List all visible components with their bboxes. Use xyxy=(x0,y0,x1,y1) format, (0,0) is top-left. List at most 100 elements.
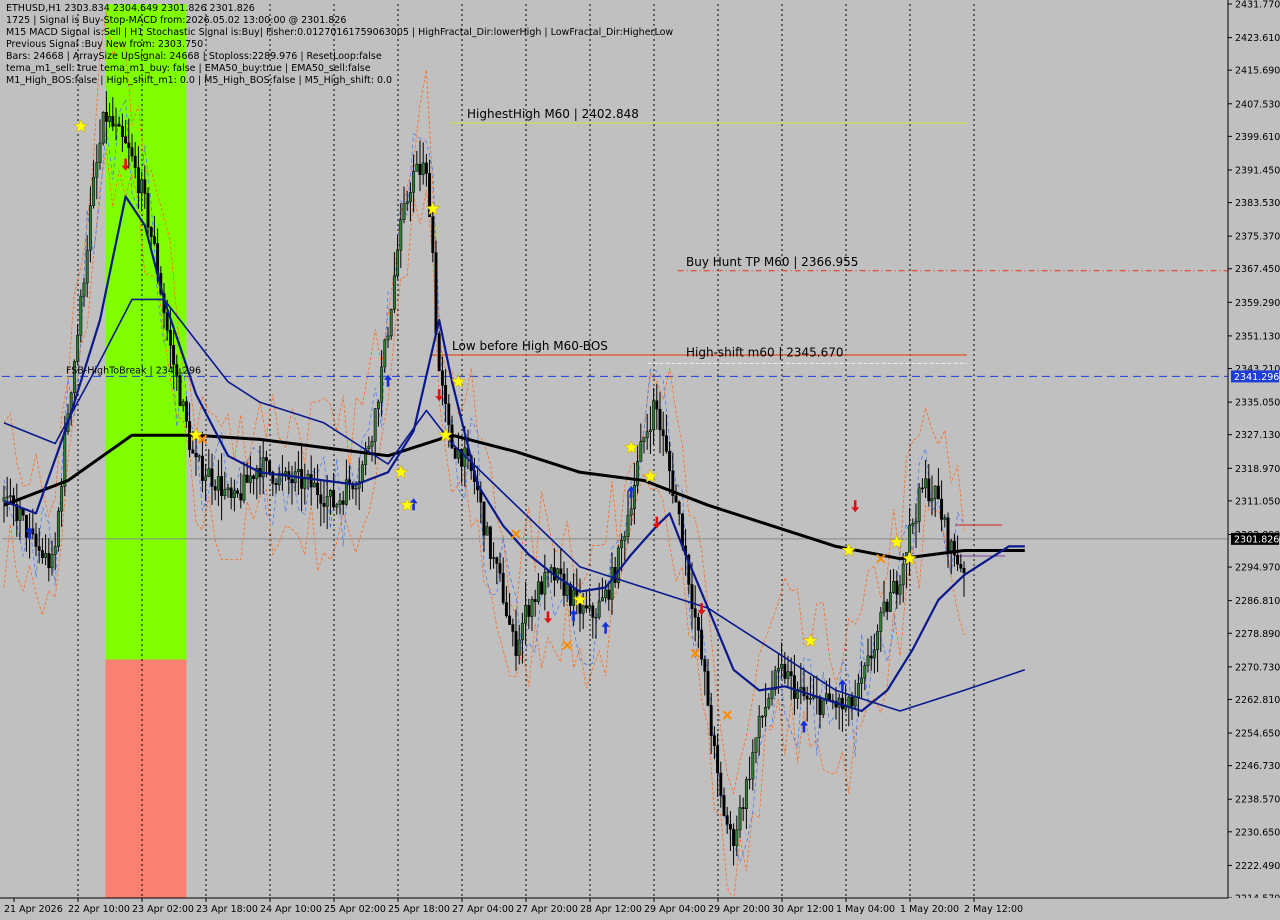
price-tick-label: 2238.570 xyxy=(1235,795,1280,806)
candle-body xyxy=(783,663,787,679)
candle-body xyxy=(524,605,528,624)
annotation-label: High-shift m60 | 2345.670 xyxy=(686,345,844,359)
candle-body xyxy=(124,136,128,144)
candle-body xyxy=(328,490,332,497)
candle-body xyxy=(652,400,656,430)
candle-body xyxy=(581,605,585,614)
candle-body xyxy=(437,333,441,371)
candle-body xyxy=(149,226,153,238)
candle-body xyxy=(191,449,195,454)
candle-body xyxy=(360,464,364,482)
candle-body xyxy=(799,687,803,690)
time-tick-label: 29 Apr 20:00 xyxy=(708,904,770,915)
candle-body xyxy=(514,631,518,656)
candle-body xyxy=(303,477,307,489)
candle-body xyxy=(312,482,316,488)
candle-body xyxy=(194,453,198,458)
candle-body xyxy=(914,521,918,524)
indicator-info-panel: ETHUSD,H1 2303.834 2304.649 2301.826 230… xyxy=(6,3,673,87)
candle-body xyxy=(146,193,150,228)
candle-body xyxy=(949,540,953,553)
candle-body xyxy=(655,400,659,410)
candle-body xyxy=(220,476,224,496)
time-tick-label: 27 Apr 04:00 xyxy=(452,904,514,915)
candle-body xyxy=(620,540,624,549)
time-tick-label: 30 Apr 12:00 xyxy=(772,904,834,915)
info-line: ETHUSD,H1 2303.834 2304.649 2301.826 230… xyxy=(6,3,255,14)
candle-body xyxy=(322,503,326,507)
candle-body xyxy=(223,489,227,496)
price-tick-label: 2367.450 xyxy=(1235,264,1280,275)
price-tick-label: 2415.690 xyxy=(1235,66,1280,77)
candle-body xyxy=(236,490,240,494)
candle-body xyxy=(728,824,732,830)
candle-body xyxy=(648,429,652,432)
candle-body xyxy=(517,639,521,656)
candle-body xyxy=(917,487,921,522)
candle-body xyxy=(508,615,512,625)
candle-body xyxy=(447,403,451,426)
candle-body xyxy=(415,163,419,172)
candle-body xyxy=(47,553,51,569)
candle-body xyxy=(431,216,435,253)
time-tick-label: 23 Apr 18:00 xyxy=(196,904,258,915)
candle-body xyxy=(748,778,752,781)
candle-body xyxy=(181,401,185,406)
candle-body xyxy=(770,689,774,699)
candle-body xyxy=(882,601,886,613)
time-tick-label: 27 Apr 20:00 xyxy=(516,904,578,915)
candle-body xyxy=(498,563,502,574)
time-tick-label: 22 Apr 10:00 xyxy=(68,904,130,915)
candle-body xyxy=(424,162,428,174)
candle-body xyxy=(95,162,99,178)
candle-body xyxy=(754,737,758,753)
candle-body xyxy=(716,745,720,774)
candle-body xyxy=(50,554,54,569)
candle-body xyxy=(719,772,723,796)
time-tick-label: 25 Apr 18:00 xyxy=(388,904,450,915)
candle-body xyxy=(732,828,736,846)
candle-body xyxy=(290,479,294,484)
price-axis: 2431.770 2423.610 2415.690 2407.530 2399.610… xyxy=(1227,0,1280,920)
candle-body xyxy=(8,495,12,498)
candle-body xyxy=(319,494,323,504)
candle-body xyxy=(680,513,684,547)
candle-body xyxy=(98,142,102,163)
candle-body xyxy=(261,457,265,478)
candle-body xyxy=(677,501,681,515)
candle-body xyxy=(527,605,531,617)
candle-body xyxy=(885,601,889,612)
candle-body xyxy=(764,706,768,717)
info-line: M1_High_BOS:false | High_shift_m1: 0.0 |… xyxy=(6,75,393,86)
candle-body xyxy=(658,408,662,431)
info-line: M15 MACD Signal is:Sell | H1 Stochastic … xyxy=(6,27,674,38)
price-chart[interactable]: HighestHigh M60 | 2402.848 Buy Hunt TP M6… xyxy=(0,0,1280,920)
candle-body xyxy=(325,496,329,507)
candle-body xyxy=(104,112,108,122)
candle-body xyxy=(34,533,38,547)
candle-body xyxy=(706,671,710,706)
candle-body xyxy=(117,124,121,127)
candle-body xyxy=(335,504,339,508)
candle-body xyxy=(853,696,857,707)
candle-body xyxy=(63,431,67,487)
price-tick-label: 2278.890 xyxy=(1235,629,1280,640)
candle-body xyxy=(703,659,707,672)
candle-body xyxy=(130,147,134,157)
time-tick-label: 28 Apr 12:00 xyxy=(580,904,642,915)
price-tick-label: 2286.810 xyxy=(1235,596,1280,607)
candle-body xyxy=(492,557,496,559)
candle-body xyxy=(693,608,697,618)
candle-body xyxy=(700,630,704,660)
candle-body xyxy=(239,493,243,501)
candle-body xyxy=(943,517,947,520)
price-tick-label: 2318.970 xyxy=(1235,464,1280,475)
price-tick-label: 2246.730 xyxy=(1235,761,1280,772)
candle-body xyxy=(140,179,144,194)
candle-body xyxy=(600,597,604,602)
candle-body xyxy=(120,125,124,137)
candle-body xyxy=(559,568,563,575)
candle-body xyxy=(940,498,944,520)
price-tick-label: 2311.050 xyxy=(1235,496,1280,507)
price-tick-label: 2327.130 xyxy=(1235,430,1280,441)
